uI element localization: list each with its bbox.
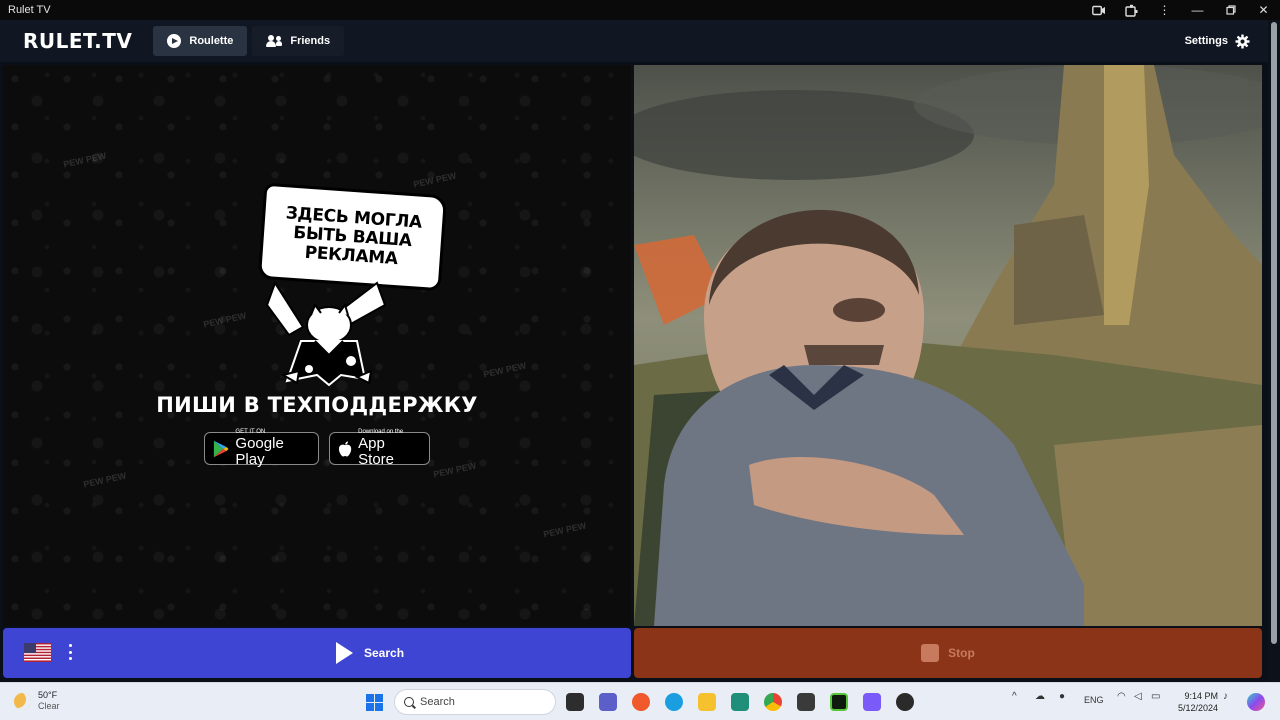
extensions-icon[interactable] [1115, 0, 1148, 20]
weather-widget[interactable]: 50°F Clear [14, 690, 60, 712]
gear-icon [1235, 33, 1250, 49]
play-circle-icon [167, 34, 182, 48]
search-label: Search [364, 646, 405, 660]
battery-icon[interactable]: ▭ [1151, 691, 1160, 702]
partner-video [634, 65, 1262, 626]
media-app-icon[interactable] [896, 693, 914, 711]
cloud-icon[interactable]: ☁ [1035, 691, 1045, 702]
mail-app-icon[interactable] [731, 693, 749, 711]
teams-icon[interactable] [599, 693, 617, 711]
chrome-icon[interactable] [764, 693, 782, 711]
ad-panel: PEW PEW PEW PEW PEW PEW PEW PEW PEW PEW … [3, 65, 631, 626]
pattern-text: PEW PEW [82, 470, 128, 490]
moon-icon [14, 692, 31, 710]
settings-label: Settings [1184, 35, 1228, 47]
weather-temp: 50°F [38, 690, 58, 700]
video-frame-image [634, 65, 1262, 626]
tab-roulette[interactable]: Roulette [153, 26, 248, 56]
support-text: ПИШИ В ТЕХПОДДЕРЖКУ [156, 393, 478, 417]
pattern-text: PEW PEW [412, 170, 458, 190]
task-view-icon[interactable] [566, 693, 584, 711]
us-flag-icon[interactable] [24, 643, 51, 662]
taskbar-search[interactable]: Search [394, 689, 556, 715]
app-store-large: App Store [358, 435, 394, 468]
google-play-large: Google Play [235, 435, 284, 468]
window-title: Rulet TV [8, 4, 51, 16]
maximize-button[interactable] [1214, 0, 1247, 20]
app-store-badge[interactable]: Download on the App Store [329, 429, 430, 468]
chevron-up-icon[interactable]: ^ [1012, 691, 1017, 702]
brave-browser-icon[interactable] [632, 693, 650, 711]
google-play-icon [213, 440, 229, 457]
notification-bell-icon[interactable]: ♪ [1223, 691, 1228, 702]
edge-browser-icon[interactable] [665, 693, 683, 711]
search-icon [404, 697, 414, 707]
nvidia-app-icon[interactable] [830, 693, 848, 711]
copilot-icon[interactable] [1247, 693, 1265, 711]
os-taskbar: 50°F Clear Search ^ ☁ ● ENG ◠ ◁ ▭ 9:14 P… [0, 682, 1280, 720]
stop-button[interactable]: Stop [634, 628, 1262, 678]
pattern-text: PEW PEW [542, 520, 588, 540]
vpn-app-icon[interactable] [863, 693, 881, 711]
clock-time: 9:14 PM [1184, 691, 1218, 701]
stop-label: Stop [948, 646, 975, 660]
rulet-tv-app-icon[interactable] [797, 693, 815, 711]
app-logo[interactable]: RULET.TV [23, 29, 132, 53]
settings-button[interactable]: Settings [1184, 33, 1250, 49]
camera-icon[interactable] [1082, 0, 1115, 20]
weather-desc: Clear [38, 701, 60, 711]
close-button[interactable]: ✕ [1247, 0, 1280, 20]
microphone-icon[interactable]: ● [1059, 691, 1065, 702]
friends-icon [266, 35, 283, 47]
search-button[interactable]: Search [336, 641, 404, 665]
stop-icon [921, 644, 940, 662]
mascot-cat-illustration [265, 280, 387, 387]
tab-roulette-label: Roulette [189, 35, 234, 47]
clock-date: 5/12/2024 [1177, 703, 1218, 713]
tab-friends-label: Friends [290, 35, 331, 47]
taskbar-search-placeholder: Search [420, 696, 455, 708]
search-bar: Search [3, 628, 631, 678]
country-options-icon[interactable] [69, 644, 73, 660]
app-header: RULET.TV Roulette Friends Settings [0, 20, 1280, 62]
play-icon [336, 642, 353, 664]
pattern-text: PEW PEW [432, 460, 478, 480]
file-explorer-icon[interactable] [698, 693, 716, 711]
language-indicator[interactable]: ENG [1084, 695, 1104, 705]
minimize-button[interactable]: — [1181, 0, 1214, 20]
page-scrollbar[interactable] [1268, 20, 1280, 682]
apple-icon [338, 440, 352, 457]
pattern-text: PEW PEW [202, 310, 248, 330]
google-play-badge[interactable]: GET IT ON Google Play [204, 429, 319, 468]
wifi-icon[interactable]: ◠ [1117, 691, 1126, 702]
more-menu-icon[interactable]: ⋮ [1148, 0, 1181, 20]
volume-icon[interactable]: ◁ [1134, 691, 1142, 702]
tab-friends[interactable]: Friends [252, 26, 345, 56]
pattern-text: PEW PEW [482, 360, 528, 380]
system-clock[interactable]: 9:14 PM 5/12/2024 [1176, 690, 1218, 714]
pattern-text: PEW PEW [62, 150, 108, 170]
window-titlebar: Rulet TV ⋮ — ✕ [0, 0, 1280, 20]
scrollbar-thumb[interactable] [1271, 22, 1277, 644]
windows-start-icon[interactable] [366, 694, 383, 711]
